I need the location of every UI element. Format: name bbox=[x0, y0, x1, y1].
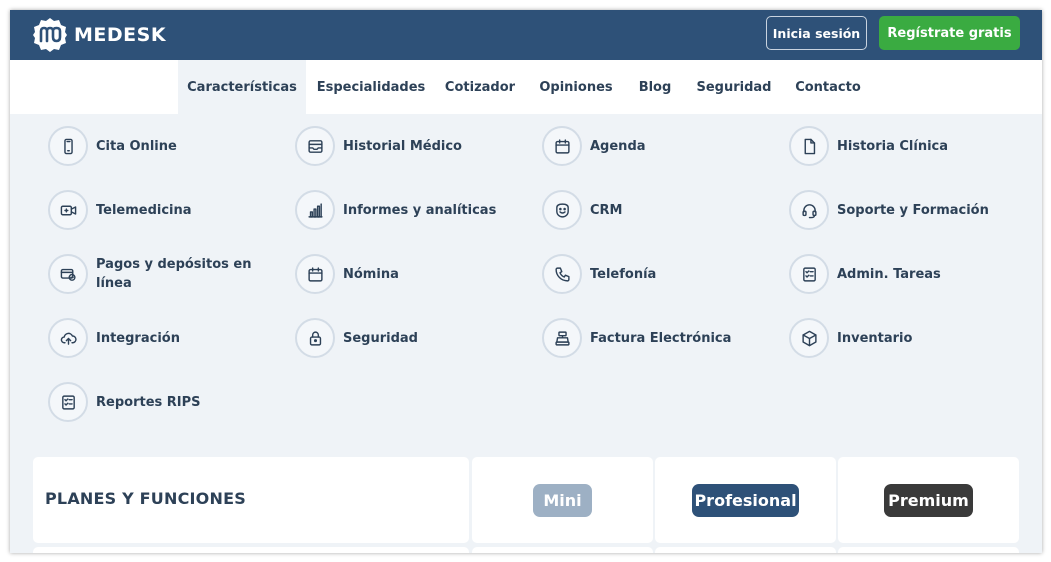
feature-historia-clinica[interactable]: Historia Clínica bbox=[789, 126, 997, 166]
feature-label: Historia Clínica bbox=[837, 138, 949, 154]
plan-card-mini: Mini bbox=[472, 457, 653, 543]
checklist-icon bbox=[789, 254, 829, 294]
plans-title-card: PLANES Y FUNCIONES bbox=[33, 457, 469, 543]
feature-label: Informes y analíticas bbox=[343, 202, 497, 218]
logo[interactable]: MEDESK bbox=[32, 17, 166, 53]
feature-label: Inventario bbox=[837, 330, 913, 346]
top-bar: MEDESK Inicia sesión Regístrate gratis bbox=[10, 10, 1042, 60]
main-nav: Características Especialidades Cotizador… bbox=[10, 60, 1042, 114]
tab-seguridad[interactable]: Seguridad bbox=[692, 60, 776, 114]
feature-seguridad[interactable]: Seguridad bbox=[295, 318, 503, 358]
calendar-icon bbox=[295, 254, 335, 294]
bar-chart-icon bbox=[295, 190, 335, 230]
document-icon bbox=[789, 126, 829, 166]
plans-row-card bbox=[472, 547, 653, 553]
plan-badge-premium[interactable]: Premium bbox=[884, 484, 973, 517]
plans-row-card bbox=[33, 547, 469, 553]
feature-historial-medico[interactable]: Historial Médico bbox=[295, 126, 503, 166]
feature-telemedicina[interactable]: Telemedicina bbox=[48, 190, 256, 230]
feature-informes[interactable]: Informes y analíticas bbox=[295, 190, 503, 230]
feature-label: Soporte y Formación bbox=[837, 202, 989, 218]
feature-label: Agenda bbox=[590, 138, 646, 154]
tab-opiniones[interactable]: Opiniones bbox=[534, 60, 618, 114]
register-button[interactable]: Regístrate gratis bbox=[879, 16, 1020, 50]
feature-label: Telefonía bbox=[590, 266, 657, 282]
headset-icon bbox=[789, 190, 829, 230]
feature-label: Seguridad bbox=[343, 330, 418, 346]
feature-label: Reportes RIPS bbox=[96, 394, 201, 410]
plan-card-profesional: Profesional bbox=[655, 457, 836, 543]
box-icon bbox=[789, 318, 829, 358]
plan-badge-profesional[interactable]: Profesional bbox=[692, 484, 799, 517]
feature-label: Telemedicina bbox=[96, 202, 192, 218]
feature-cita-online[interactable]: Cita Online bbox=[48, 126, 256, 166]
feature-integracion[interactable]: Integración bbox=[48, 318, 256, 358]
logo-text: MEDESK bbox=[74, 24, 167, 46]
feature-label: Integración bbox=[96, 330, 180, 346]
plan-card-premium: Premium bbox=[838, 457, 1019, 543]
tab-blog[interactable]: Blog bbox=[630, 60, 680, 114]
plan-badge-mini[interactable]: Mini bbox=[533, 484, 592, 517]
plans-row-card bbox=[838, 547, 1019, 553]
feature-agenda[interactable]: Agenda bbox=[542, 126, 750, 166]
payment-icon bbox=[48, 254, 88, 294]
feature-factura-electronica[interactable]: Factura Electrónica bbox=[542, 318, 750, 358]
feature-label: Factura Electrónica bbox=[590, 330, 732, 346]
feature-label: Cita Online bbox=[96, 138, 177, 154]
video-camera-icon bbox=[48, 190, 88, 230]
tab-caracteristicas[interactable]: Características bbox=[178, 60, 306, 114]
feature-telefonia[interactable]: Telefonía bbox=[542, 254, 750, 294]
tab-especialidades[interactable]: Especialidades bbox=[312, 60, 430, 114]
feature-nomina[interactable]: Nómina bbox=[295, 254, 503, 294]
phone-mobile-icon bbox=[48, 126, 88, 166]
lock-icon bbox=[295, 318, 335, 358]
smiley-badge-icon bbox=[542, 190, 582, 230]
inbox-icon bbox=[295, 126, 335, 166]
feature-label: Historial Médico bbox=[343, 138, 462, 154]
cloud-upload-icon bbox=[48, 318, 88, 358]
plans-title: PLANES Y FUNCIONES bbox=[45, 489, 246, 508]
tab-cotizador[interactable]: Cotizador bbox=[438, 60, 522, 114]
plans-row-card bbox=[655, 547, 836, 553]
feature-admin-tareas[interactable]: Admin. Tareas bbox=[789, 254, 997, 294]
feature-soporte[interactable]: Soporte y Formación bbox=[789, 190, 997, 230]
tab-contacto[interactable]: Contacto bbox=[790, 60, 866, 114]
feature-inventario[interactable]: Inventario bbox=[789, 318, 997, 358]
phone-icon bbox=[542, 254, 582, 294]
medesk-logo-icon bbox=[33, 18, 67, 52]
cash-register-icon bbox=[542, 318, 582, 358]
feature-pagos[interactable]: Pagos y depósitos en línea bbox=[48, 254, 256, 294]
login-button[interactable]: Inicia sesión bbox=[766, 16, 867, 50]
page-frame: MEDESK Inicia sesión Regístrate gratis C… bbox=[10, 10, 1042, 553]
feature-label: Pagos y depósitos en línea bbox=[96, 257, 252, 291]
feature-label: Nómina bbox=[343, 266, 399, 282]
checklist-icon bbox=[48, 382, 88, 422]
feature-label: Admin. Tareas bbox=[837, 266, 941, 282]
feature-crm[interactable]: CRM bbox=[542, 190, 750, 230]
calendar-icon bbox=[542, 126, 582, 166]
feature-reportes-rips[interactable]: Reportes RIPS bbox=[48, 382, 256, 422]
feature-label: CRM bbox=[590, 202, 623, 218]
